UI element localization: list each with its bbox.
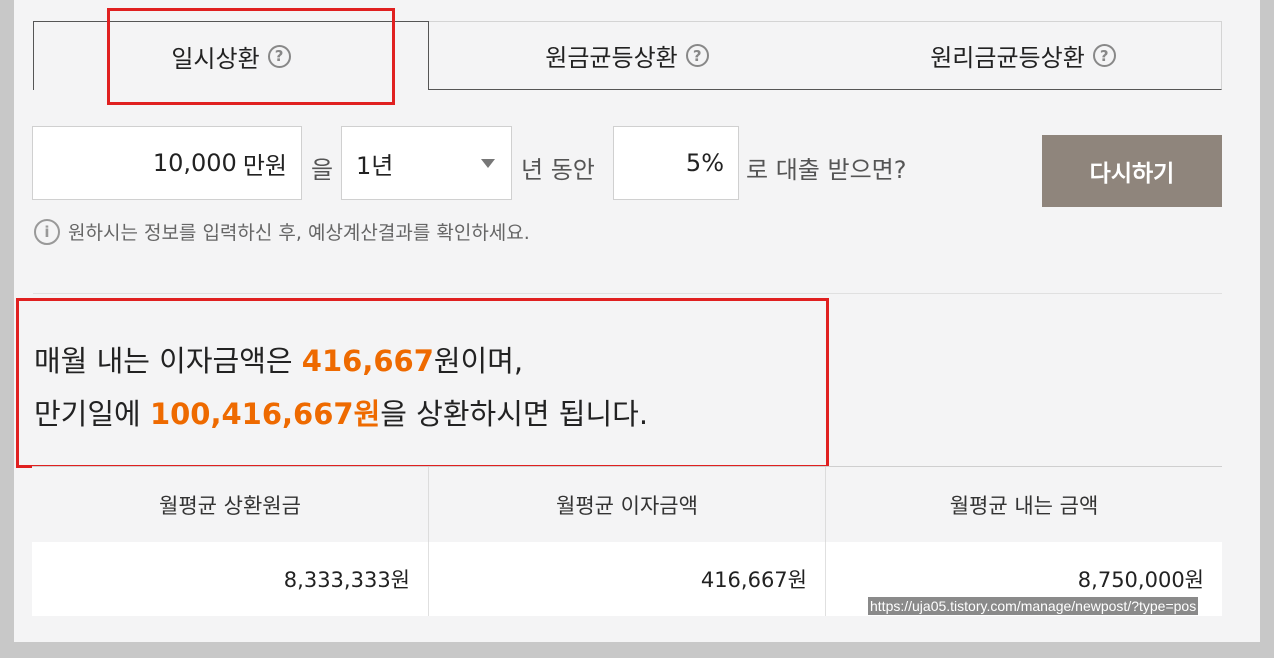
amount-unit: 만원 [242, 151, 287, 180]
table-cell: 416,667원 [429, 542, 826, 616]
rate-value: 5% [685, 149, 724, 177]
hint-text: i 원하시는 정보를 입력하신 후, 예상계산결과를 확인하세요. [34, 218, 530, 245]
hint-label: 원하시는 정보를 입력하신 후, 예상계산결과를 확인하세요. [68, 222, 530, 244]
summary-table: 월평균 상환원금 월평균 이자금액 월평균 내는 금액 8,333,333원 4… [32, 466, 1222, 616]
table-cell: 8,333,333원 [32, 542, 429, 616]
tab-label: 원금균등상환 [545, 44, 678, 72]
help-icon[interactable]: ? [685, 44, 709, 67]
result-line-1: 매월 내는 이자금액은 416,667원이며, [34, 335, 648, 388]
result-text: 만기일에 [34, 397, 150, 431]
period-select[interactable]: 1년 [341, 126, 512, 200]
loan-calculator-panel: 일시상환 ? 원금균등상환 ? 원리금균등상환 ? 10,000 만원 을 1년… [14, 0, 1260, 642]
tab-equal-principal[interactable]: 원금균등상환 ? [429, 21, 826, 90]
tab-equal-installment[interactable]: 원리금균등상환 ? [825, 21, 1222, 90]
suffix-label: 로 대출 받으면? [746, 156, 907, 184]
tab-lump-sum[interactable]: 일시상환 ? [33, 21, 429, 90]
total-repayment-amount: 100,416,667원 [149, 397, 381, 431]
help-icon[interactable]: ? [267, 44, 291, 68]
result-text: 원이며, [433, 344, 524, 378]
chevron-down-icon [481, 158, 495, 168]
column-header: 월평균 상환원금 [32, 467, 429, 542]
period-value: 1년 [356, 151, 394, 180]
monthly-interest-amount: 416,667 [301, 344, 434, 378]
column-header: 월평균 이자금액 [429, 467, 826, 542]
reset-button[interactable]: 다시하기 [1042, 135, 1222, 207]
result-text: 매월 내는 이자금액은 [34, 344, 302, 378]
url-watermark: https://uja05.tistory.com/manage/newpost… [868, 597, 1199, 615]
table-header-row: 월평균 상환원금 월평균 이자금액 월평균 내는 금액 [32, 467, 1222, 542]
period-label: 년 동안 [521, 156, 595, 184]
tab-label: 원리금균등상환 [930, 44, 1085, 72]
particle-label: 을 [311, 156, 334, 184]
info-icon: i [34, 218, 60, 245]
result-text: 을 상환하시면 됩니다. [380, 397, 649, 431]
result-summary: 매월 내는 이자금액은 416,667원이며, 만기일에 100,416,667… [34, 335, 648, 441]
interest-rate-input[interactable]: 5% [613, 126, 739, 200]
column-header: 월평균 내는 금액 [826, 467, 1222, 542]
tab-label: 일시상환 [171, 44, 260, 73]
divider [33, 293, 1222, 294]
amount-value: 10,000 [152, 149, 237, 177]
result-line-2: 만기일에 100,416,667원을 상환하시면 됩니다. [34, 388, 648, 441]
loan-amount-input[interactable]: 10,000 만원 [32, 126, 302, 200]
help-icon[interactable]: ? [1092, 44, 1116, 67]
